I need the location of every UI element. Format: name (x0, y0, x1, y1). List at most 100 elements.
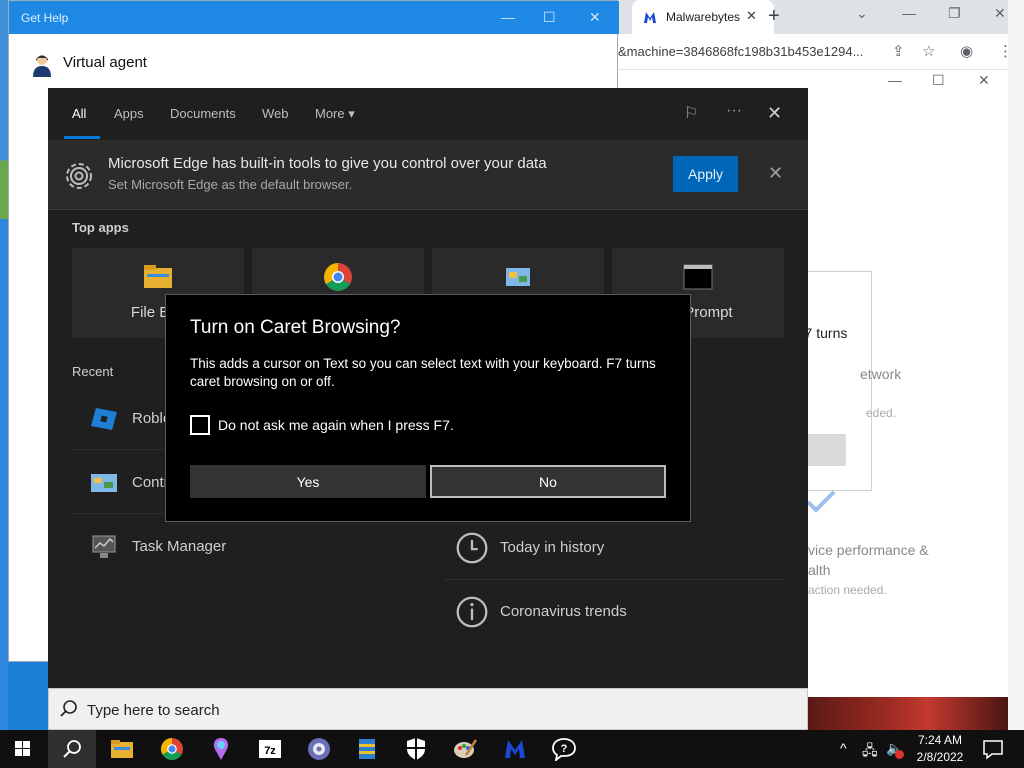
show-hidden-icons[interactable]: ^ (840, 740, 847, 756)
chrome-minimize-button[interactable]: — (902, 5, 916, 21)
taskbar: 7z ? ^ 🖧 🔈 7:24 AM 2/8/2022 (0, 730, 1024, 768)
tab-more[interactable]: More ▾ (315, 106, 355, 122)
caret-browsing-dialog: Turn on Caret Browsing? This adds a curs… (165, 294, 691, 522)
virtual-agent-label: Virtual agent (63, 54, 147, 71)
inner-maximize-button[interactable]: ☐ (932, 72, 945, 89)
inner-close-button[interactable]: ✕ (978, 72, 990, 89)
quick-item-label: Coronavirus trends (500, 603, 627, 620)
edge-promo-banner: Microsoft Edge has built-in tools to giv… (48, 140, 808, 210)
clock-time: 7:24 AM (917, 733, 963, 747)
roblox-studio-icon[interactable] (306, 737, 332, 761)
tab-documents[interactable]: Documents (170, 106, 236, 121)
checkmark-icon (806, 490, 836, 513)
active-tab-indicator (64, 136, 100, 139)
no-button[interactable]: No (430, 465, 666, 498)
page-text-health: alth (808, 562, 831, 578)
banner-subtitle: Set Microsoft Edge as the default browse… (108, 177, 353, 192)
quick-item-coronavirus-trends[interactable]: Coronavirus trends (444, 580, 784, 644)
taskbar-search-box[interactable] (48, 688, 808, 730)
page-text-action-needed: action needed. (808, 583, 887, 597)
chrome-tab-search-icon[interactable]: ⌄ (856, 5, 868, 22)
page-text-needed: eded. (866, 406, 897, 420)
7zip-icon[interactable]: 7z (257, 737, 283, 761)
recent-item-task-manager[interactable]: Task Manager (72, 516, 412, 578)
dialog-title: Turn on Caret Browsing? (190, 317, 401, 338)
get-help-minimize-button[interactable]: — (501, 9, 515, 25)
malwarebytes-icon[interactable] (502, 737, 528, 761)
network-icon[interactable]: 🖧 (862, 740, 878, 764)
page-gray-button[interactable] (808, 434, 846, 466)
svg-text:7z: 7z (264, 745, 276, 757)
paint-icon[interactable] (452, 737, 478, 761)
gear-icon (66, 163, 92, 189)
tab-apps[interactable]: Apps (114, 106, 144, 121)
do-not-ask-label[interactable]: Do not ask me again when I press F7. (218, 417, 454, 433)
share-icon[interactable]: ⇪ (892, 42, 905, 60)
get-help-title: Get Help (21, 11, 69, 25)
page-photo (808, 697, 1008, 730)
top-apps-heading: Top apps (72, 220, 129, 235)
quick-item-today-in-history[interactable]: Today in history (444, 516, 784, 580)
address-bar[interactable]: &machine=3846868fc198b31b453e1294... (618, 44, 863, 59)
get-help-icon[interactable]: ? (551, 737, 577, 761)
chrome-tab-strip: Malwarebytes ✕ + ⌄ — ❐ ✕ (618, 0, 1024, 34)
inner-minimize-button[interactable]: — (888, 72, 902, 88)
task-manager-icon (92, 535, 116, 558)
roblox-icon (91, 408, 117, 430)
get-help-title-bar[interactable]: Get Help — ☐ ✕ (9, 1, 619, 34)
command-prompt-icon (683, 264, 713, 290)
dialog-body: This adds a cursor on Text so you can se… (190, 356, 656, 389)
volume-muted-badge (895, 750, 904, 759)
banner-close-icon[interactable]: ✕ (768, 163, 783, 184)
apply-button[interactable]: Apply (673, 156, 738, 192)
malwarebytes-icon (644, 12, 656, 23)
chrome-restore-button[interactable]: ❐ (948, 5, 961, 22)
chrome-omnibox: &machine=3846868fc198b31b453e1294... ⇪ ☆… (618, 34, 1024, 70)
virtual-agent-icon (33, 55, 51, 77)
search-icon (60, 700, 77, 717)
notification-icon[interactable] (980, 737, 1006, 761)
new-tab-button[interactable]: + (768, 5, 780, 28)
taskbar-clock[interactable]: 7:24 AM 2/8/2022 (908, 732, 972, 766)
chrome-scrollbar[interactable] (1008, 0, 1024, 730)
paint-3d-icon[interactable] (208, 737, 234, 761)
search-icon (63, 740, 81, 758)
page-text-network: etwork (860, 366, 902, 382)
feedback-icon[interactable]: ⚐ (684, 103, 698, 123)
bookmark-star-icon[interactable]: ☆ (922, 42, 935, 60)
search-input[interactable] (87, 699, 687, 721)
search-tabs: All Apps Documents Web More ▾ ⚐ ··· ✕ (48, 88, 808, 140)
archive-icon[interactable] (354, 737, 380, 761)
profile-avatar-icon[interactable]: ◉ (960, 42, 973, 60)
get-help-close-button[interactable]: ✕ (589, 9, 601, 26)
info-icon (456, 596, 488, 628)
chrome-icon (324, 263, 352, 291)
tab-web[interactable]: Web (262, 106, 289, 121)
clock-date: 2/8/2022 (916, 750, 964, 764)
yes-button[interactable]: Yes (190, 465, 426, 498)
start-icon[interactable] (10, 737, 36, 761)
banner-title: Microsoft Edge has built-in tools to giv… (108, 155, 547, 172)
folder-icon (144, 265, 172, 288)
more-options-icon[interactable]: ··· (726, 102, 742, 120)
chrome-tab-malwarebytes[interactable]: Malwarebytes ✕ (632, 0, 774, 34)
security-icon[interactable] (403, 737, 429, 761)
taskbar-search-button[interactable] (48, 730, 96, 768)
clock-icon (456, 532, 488, 564)
close-icon[interactable]: ✕ (767, 103, 782, 124)
recent-heading: Recent (72, 364, 114, 379)
chrome-close-button[interactable]: ✕ (994, 5, 1006, 22)
quick-item-label: Today in history (500, 539, 605, 556)
get-help-maximize-button[interactable]: ☐ (543, 9, 556, 26)
tab-all[interactable]: All (72, 106, 86, 121)
recent-item-label: Task Manager (132, 538, 227, 555)
chrome-icon[interactable] (159, 737, 185, 761)
chrome-tab-title: Malwarebytes (666, 10, 740, 24)
recent-item-label: Contr (132, 474, 169, 491)
page-text-device-performance: vice performance & (808, 542, 929, 558)
desktop-background (0, 0, 8, 730)
do-not-ask-checkbox[interactable] (190, 415, 210, 435)
close-icon[interactable]: ✕ (746, 8, 757, 24)
control-panel-icon (91, 474, 117, 492)
file-explorer-icon[interactable] (109, 737, 135, 761)
